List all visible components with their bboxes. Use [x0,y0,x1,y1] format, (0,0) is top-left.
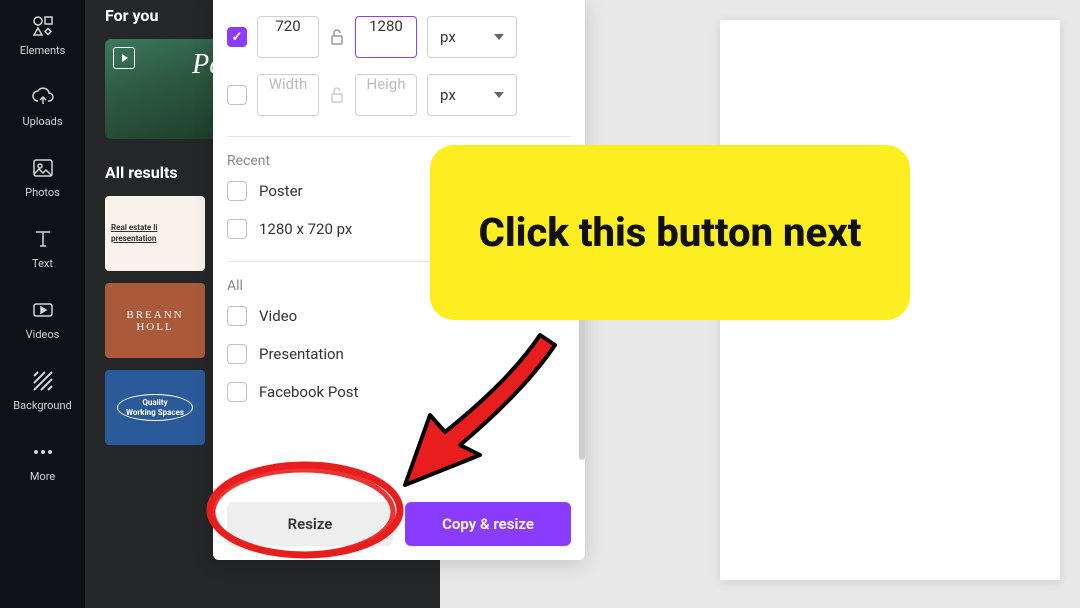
sidebar-label: Background [13,399,71,412]
option-checkbox[interactable] [227,306,247,326]
template-thumbnail[interactable]: Real estate li presentation [105,196,205,271]
background-icon [31,369,55,393]
copy-and-resize-button[interactable]: Copy & resize [405,502,571,546]
unit-select[interactable]: px [427,16,517,58]
sidebar-label: Uploads [22,115,62,128]
unit-select[interactable]: px [427,74,517,116]
resize-button[interactable]: Resize [227,502,393,546]
sidebar-label: Photos [25,186,60,199]
lock-icon[interactable] [329,87,345,103]
width-input[interactable]: 720 [257,16,319,58]
elements-icon [31,14,55,38]
template-thumbnail[interactable]: BREANN HOLL [105,283,205,358]
divider [227,136,571,137]
dimension-checkbox[interactable] [227,85,247,105]
left-sidebar: Elements Uploads Photos Text Videos Back… [0,0,85,608]
dimension-checkbox[interactable] [227,27,247,47]
option-checkbox[interactable] [227,219,247,239]
sidebar-item-videos[interactable]: Videos [0,284,85,355]
photos-icon [31,156,55,180]
template-thumbnail[interactable]: QualityWorking Spaces [105,370,205,445]
sidebar-item-photos[interactable]: Photos [0,142,85,213]
play-icon [113,47,135,69]
uploads-icon [31,85,55,109]
sidebar-label: Elements [20,44,66,57]
option-checkbox[interactable] [227,344,247,364]
height-input[interactable]: Heigh [355,74,417,116]
dimension-row-1: 720 1280 px [227,16,571,58]
sidebar-item-more[interactable]: More [0,426,85,497]
videos-icon [31,298,55,322]
width-input[interactable]: Width [257,74,319,116]
sidebar-item-text[interactable]: Text [0,213,85,284]
lock-icon[interactable] [329,29,345,45]
annotation-arrow [395,330,585,500]
sidebar-label: Text [32,257,53,270]
option-checkbox[interactable] [227,382,247,402]
annotation-text: Click this button next [479,207,862,259]
text-icon [31,227,55,251]
sidebar-item-elements[interactable]: Elements [0,0,85,71]
chevron-down-icon [494,92,504,98]
more-icon [31,440,55,464]
option-checkbox[interactable] [227,181,247,201]
sidebar-item-uploads[interactable]: Uploads [0,71,85,142]
sidebar-item-background[interactable]: Background [0,355,85,426]
height-input[interactable]: 1280 [355,16,417,58]
sidebar-label: Videos [26,328,60,341]
chevron-down-icon [494,34,504,40]
dimension-row-2: Width Heigh px [227,74,571,116]
annotation-callout: Click this button next [430,145,910,320]
sidebar-label: More [30,470,55,483]
